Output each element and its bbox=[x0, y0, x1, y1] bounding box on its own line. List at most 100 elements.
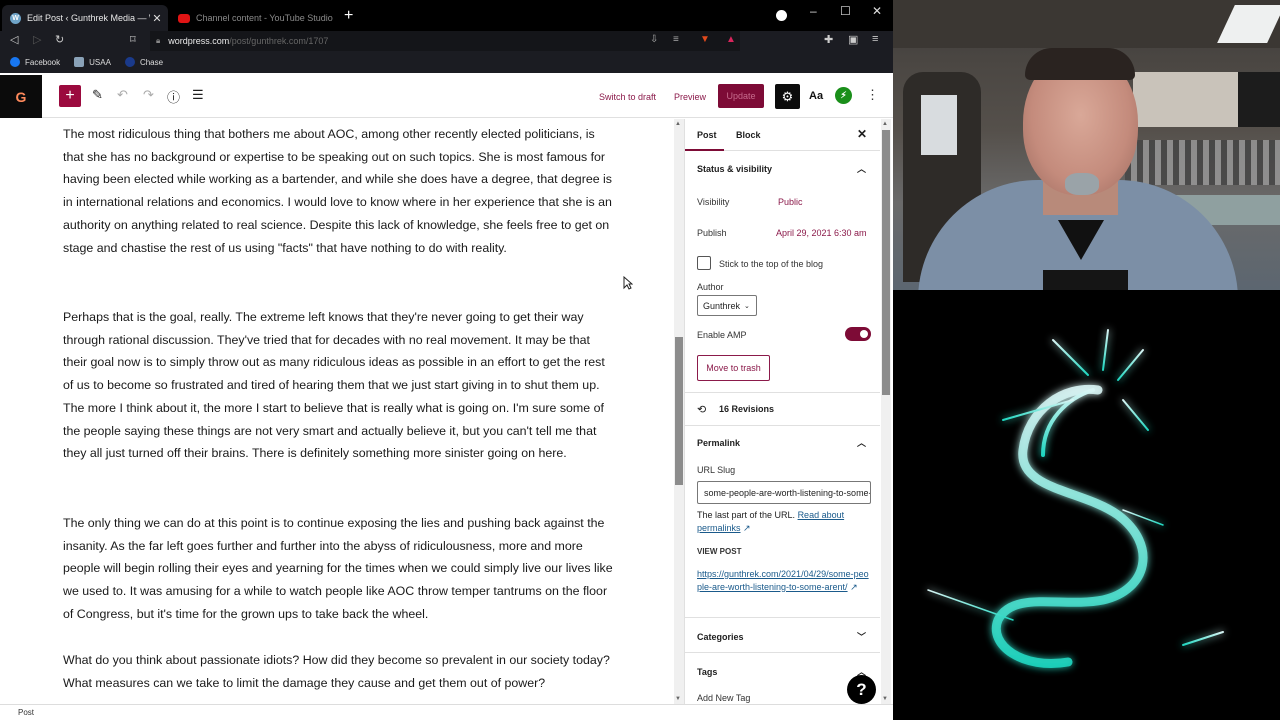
more-options-button[interactable]: ⋮ bbox=[866, 87, 879, 103]
sidebar-tabs: Post Block ✕ bbox=[685, 119, 880, 151]
tab-strip: W Edit Post ‹ Gunthrek Media — WordPress… bbox=[0, 0, 893, 31]
sidebar-scrollbar[interactable]: ▲ ▼ bbox=[881, 119, 891, 704]
address-bar[interactable]: 🔒︎ wordpress.com /post/gunthrek.com/1707… bbox=[150, 31, 740, 51]
content-scrollbar-thumb[interactable] bbox=[675, 337, 683, 485]
back-icon[interactable]: ◁ bbox=[10, 33, 18, 46]
person-goatee bbox=[1065, 173, 1099, 195]
vpn-icon[interactable] bbox=[776, 10, 787, 21]
bookmark-label: Facebook bbox=[25, 57, 61, 67]
brave-shields-icon[interactable]: ▼ bbox=[700, 34, 710, 45]
update-button[interactable]: Update bbox=[718, 84, 764, 108]
bookmark-chase[interactable]: Chase bbox=[124, 57, 164, 67]
bookmark-label: Chase bbox=[139, 57, 164, 67]
sidebar-scrollbar-thumb[interactable] bbox=[882, 130, 890, 395]
tab-youtube-studio[interactable]: Channel content - YouTube Studio bbox=[170, 5, 335, 31]
url-slug-input[interactable]: some-people-are-worth-listening-to-some-… bbox=[697, 481, 871, 504]
block-breadcrumb[interactable]: Post bbox=[0, 704, 893, 720]
close-window-button[interactable]: ✕ bbox=[872, 4, 882, 18]
bookmark-icon[interactable]: ⌑ bbox=[130, 33, 136, 46]
minimize-button[interactable]: – bbox=[810, 4, 817, 18]
tags-panel-toggle[interactable]: Tags bbox=[697, 667, 717, 677]
visibility-label: Visibility bbox=[697, 197, 730, 207]
amp-toggle[interactable] bbox=[845, 327, 871, 341]
tab-edit-post[interactable]: W Edit Post ‹ Gunthrek Media — WordPress… bbox=[2, 5, 168, 31]
install-app-icon[interactable]: ⇩ bbox=[650, 34, 658, 45]
styles-button[interactable]: Aa bbox=[809, 90, 823, 102]
maximize-button[interactable]: ☐ bbox=[840, 4, 851, 18]
new-tab-button[interactable]: + bbox=[344, 8, 353, 24]
add-new-tag-label: Add New Tag bbox=[697, 693, 751, 703]
paragraph-block[interactable]: What do you think about passionate idiot… bbox=[63, 649, 613, 694]
publish-date[interactable]: April 29, 2021 6:30 am bbox=[776, 228, 867, 238]
author-select[interactable]: Gunthrek ⌄ bbox=[697, 295, 757, 316]
chevron-up-icon[interactable]: ︿ bbox=[857, 162, 866, 175]
chevron-up-icon[interactable]: ︿ bbox=[857, 436, 866, 449]
view-post-label: VIEW POST bbox=[697, 547, 742, 556]
sticky-checkbox[interactable] bbox=[697, 256, 711, 270]
tab-title: Edit Post ‹ Gunthrek Media — WordPress bbox=[27, 13, 150, 23]
menu-icon[interactable]: ≡ bbox=[872, 33, 878, 45]
undo-icon[interactable]: ↶ bbox=[117, 87, 128, 103]
scroll-up-icon[interactable]: ▲ bbox=[882, 121, 888, 127]
settings-gear-icon[interactable]: ⚙ bbox=[775, 84, 800, 109]
content-scrollbar[interactable]: ▲ ▼ bbox=[674, 119, 684, 704]
paragraph-block[interactable]: The most ridiculous thing that bothers m… bbox=[63, 123, 613, 259]
list-view-icon[interactable]: ☰ bbox=[192, 87, 204, 103]
permalink-panel-toggle[interactable]: Permalink bbox=[697, 438, 740, 448]
sticky-label: Stick to the top of the blog bbox=[719, 259, 824, 269]
revisions-link[interactable]: 16 Revisions bbox=[719, 404, 774, 414]
move-to-trash-button[interactable]: Move to trash bbox=[697, 355, 770, 381]
extensions-icon[interactable]: ✚ bbox=[824, 33, 833, 46]
post-content: The most ridiculous thing that bothers m… bbox=[0, 119, 672, 704]
scroll-down-icon[interactable]: ▼ bbox=[675, 696, 681, 702]
view-post-link[interactable]: https://gunthrek.com/2021/04/29/some-peo… bbox=[697, 569, 869, 592]
active-tab-indicator bbox=[685, 149, 724, 151]
external-link-icon: ↗ bbox=[850, 581, 858, 592]
tab-title: Channel content - YouTube Studio bbox=[196, 13, 333, 23]
mouse-cursor-icon bbox=[623, 276, 633, 290]
status-visibility-panel-toggle[interactable]: Status & visibility bbox=[697, 164, 772, 174]
wordpress-icon: W bbox=[10, 12, 21, 24]
chevron-down-icon[interactable]: ﹀ bbox=[857, 630, 866, 643]
tab-post[interactable]: Post bbox=[697, 130, 717, 140]
switch-to-draft-button[interactable]: Switch to draft bbox=[599, 92, 656, 102]
edit-tools-icon[interactable]: ✎ bbox=[92, 87, 103, 103]
scroll-up-icon[interactable]: ▲ bbox=[675, 121, 681, 127]
author-value: Gunthrek bbox=[703, 300, 741, 311]
person-hair bbox=[1025, 48, 1135, 80]
browser-window: W Edit Post ‹ Gunthrek Media — WordPress… bbox=[0, 0, 893, 720]
preview-button[interactable]: Preview bbox=[674, 92, 706, 102]
paragraph-block[interactable]: The only thing we can do at this point i… bbox=[63, 512, 613, 626]
backsplash bbox=[1125, 140, 1280, 185]
dragon-artwork-icon bbox=[927, 329, 1224, 668]
webcam-video bbox=[893, 0, 1280, 290]
close-sidebar-icon[interactable]: ✕ bbox=[857, 127, 867, 141]
block-inserter-button[interactable]: + bbox=[59, 85, 81, 107]
bookmark-usaa[interactable]: USAA bbox=[74, 57, 111, 67]
scroll-down-icon[interactable]: ▼ bbox=[882, 696, 888, 702]
help-button[interactable]: ? bbox=[847, 675, 876, 704]
url-host: wordpress.com bbox=[168, 36, 230, 46]
visibility-value[interactable]: Public bbox=[778, 197, 803, 207]
revisions-icon: ⟲ bbox=[697, 404, 707, 416]
brave-rewards-icon[interactable]: ▲ bbox=[726, 34, 736, 45]
bookmark-facebook[interactable]: Facebook bbox=[10, 57, 60, 67]
jetpack-icon[interactable]: ⚡︎ bbox=[835, 87, 852, 104]
wallet-icon[interactable]: ▣ bbox=[848, 33, 858, 46]
navigation-bar: ◁ ▷ ↻ ⌑ 🔒︎ wordpress.com /post/gunthrek.… bbox=[0, 31, 893, 51]
forward-icon[interactable]: ▷ bbox=[33, 33, 41, 46]
amp-label: Enable AMP bbox=[697, 330, 747, 340]
reload-icon[interactable]: ↻ bbox=[55, 33, 64, 46]
site-icon[interactable]: G bbox=[0, 75, 42, 118]
permalink-help: The last part of the URL. Read about per… bbox=[697, 509, 871, 535]
categories-panel-toggle[interactable]: Categories bbox=[697, 632, 744, 642]
reader-mode-icon[interactable]: ≡ bbox=[673, 34, 679, 45]
info-icon[interactable]: ⓘ bbox=[167, 87, 180, 106]
close-tab-icon[interactable]: ✕ bbox=[150, 12, 164, 25]
dragon-wallpaper bbox=[893, 290, 1280, 720]
settings-sidebar: Post Block ✕ Status & visibility ︿ Visib… bbox=[684, 119, 880, 704]
paragraph-block[interactable]: Perhaps that is the goal, really. The ex… bbox=[63, 306, 613, 465]
redo-icon[interactable]: ↷ bbox=[143, 87, 154, 103]
chase-icon bbox=[124, 57, 135, 67]
tab-block[interactable]: Block bbox=[736, 130, 761, 140]
